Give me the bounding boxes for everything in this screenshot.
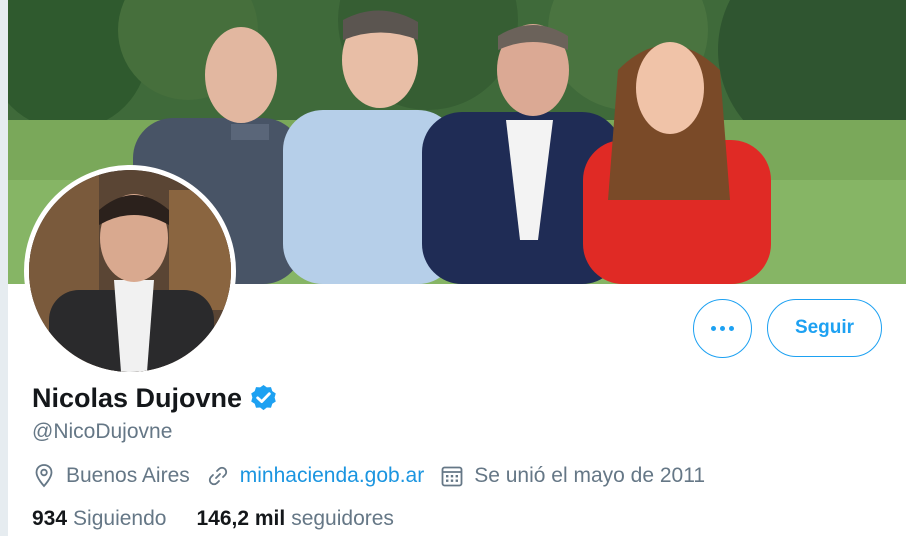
location-text: Buenos Aires	[66, 464, 190, 487]
website-item: minhacienda.gob.ar	[206, 464, 424, 488]
following-count: 934	[32, 507, 68, 530]
website-link[interactable]: minhacienda.gob.ar	[240, 464, 424, 488]
left-gutter	[0, 0, 8, 536]
following-stat[interactable]: 934 Siguiendo	[32, 507, 166, 531]
joined-text: Se unió el mayo de 2011	[474, 464, 705, 487]
location-item: Buenos Aires	[32, 463, 190, 489]
following-label: Siguiendo	[73, 507, 167, 530]
location-pin-icon	[35, 464, 53, 488]
profile-avatar[interactable]	[24, 165, 236, 377]
verified-badge-icon	[251, 384, 276, 411]
profile-meta: Buenos Aires minhacienda.gob.ar Se unió …	[32, 462, 721, 490]
profile-handle: @NicoDujovne	[32, 420, 173, 443]
followers-count: 146,2 mil	[196, 507, 286, 530]
more-options-button[interactable]	[693, 299, 752, 358]
link-icon	[208, 466, 227, 486]
follow-button[interactable]: Seguir	[767, 299, 882, 357]
more-dots-icon	[711, 326, 734, 331]
joined-item: Se unió el mayo de 2011	[440, 464, 705, 488]
avatar-illustration	[29, 170, 231, 372]
profile-stats: 934 Siguiendo 146,2 mil seguidores	[32, 507, 424, 531]
followers-stat[interactable]: 146,2 mil seguidores	[196, 507, 393, 531]
profile-display-name: Nicolas Dujovne	[32, 383, 279, 414]
display-name-text: Nicolas Dujovne	[32, 383, 243, 413]
followers-label: seguidores	[291, 507, 394, 530]
calendar-icon	[441, 466, 463, 487]
